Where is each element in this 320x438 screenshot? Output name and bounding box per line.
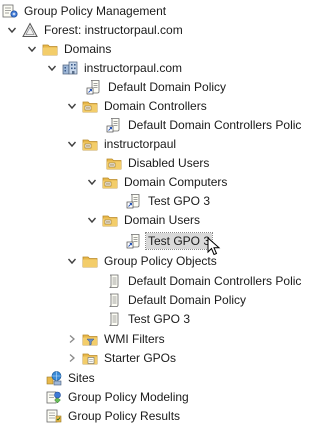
tree-item-label: Test GPO 3	[144, 231, 214, 250]
chevron-right-icon[interactable]	[66, 348, 78, 367]
tree-item-label: Test GPO 3	[128, 311, 191, 326]
chevron-down-icon[interactable]	[66, 96, 78, 115]
domain-building-icon	[62, 60, 78, 76]
gpo-link-shortcut-icon	[126, 193, 142, 209]
chevron-down-icon[interactable]	[86, 210, 98, 229]
tree-item-group-policy-objects[interactable]: Group Policy Objects	[66, 251, 219, 270]
chevron-down-icon[interactable]	[66, 251, 78, 270]
tree-item-label: Default Domain Controllers Polic	[128, 117, 302, 132]
tree-item-label: Starter GPOs	[104, 350, 177, 365]
tree-item-label: instructorpaul	[104, 136, 177, 151]
tree-item-test-gpo-link-computers[interactable]: Test GPO 3	[126, 191, 212, 210]
tree-item-default-dc-policy-link[interactable]: Default Domain Controllers Polic	[106, 115, 303, 134]
tree-item-domains[interactable]: Domains	[26, 39, 113, 58]
gpm-console-tree: Group Policy Management Forest: instruct…	[0, 0, 317, 438]
tree-item-default-domain-policy-link[interactable]: Default Domain Policy	[86, 77, 228, 96]
gpo-link-shortcut-icon	[86, 79, 102, 95]
ou-folder-icon	[82, 98, 98, 114]
tree-item-domain-instructorpaul-com[interactable]: instructorpaul.com	[46, 58, 184, 77]
tree-item-label: Domain Computers	[124, 174, 228, 189]
tree-item-disabled-users[interactable]: Disabled Users	[106, 153, 211, 172]
ou-folder-icon	[106, 155, 122, 171]
tree-item-label: Domain Users	[124, 212, 201, 227]
folder-icon	[82, 253, 98, 269]
gpo-scroll-icon	[106, 273, 122, 289]
chevron-down-icon[interactable]	[46, 58, 58, 77]
tree-item-label: Group Policy Modeling	[68, 389, 189, 404]
tree-item-forest[interactable]: Forest: instructorpaul.com	[6, 20, 185, 39]
tree-item-domain-users[interactable]: Domain Users	[86, 210, 202, 229]
tree-item-group-policy-modeling[interactable]: Group Policy Modeling	[46, 387, 191, 406]
chevron-down-icon[interactable]	[6, 20, 18, 39]
tree-item-gpo-default-domain-policy[interactable]: Default Domain Policy	[106, 290, 248, 309]
tree-item-domain-computers[interactable]: Domain Computers	[86, 172, 229, 191]
chevron-right-icon[interactable]	[66, 329, 78, 348]
tree-item-ou-instructorpaul[interactable]: instructorpaul	[66, 134, 178, 153]
chevron-down-icon[interactable]	[66, 134, 78, 153]
tree-item-wmi-filters[interactable]: WMI Filters	[66, 329, 167, 348]
ou-folder-icon	[102, 212, 118, 228]
tree-item-label: Domains	[64, 41, 112, 56]
ou-folder-icon	[102, 174, 118, 190]
tree-item-gpo-default-dc-policy[interactable]: Default Domain Controllers Polic	[106, 271, 303, 290]
folder-icon	[42, 41, 58, 57]
modeling-icon	[46, 389, 62, 405]
gpm-console-icon	[2, 3, 18, 19]
gpo-link-shortcut-icon	[106, 117, 122, 133]
tree-item-group-policy-results[interactable]: Group Policy Results	[46, 406, 182, 425]
wmi-filter-folder-icon	[82, 331, 98, 347]
chevron-down-icon[interactable]	[26, 39, 38, 58]
tree-item-test-gpo-link-users[interactable]: Test GPO 3	[126, 231, 214, 250]
chevron-down-icon[interactable]	[86, 172, 98, 191]
tree-item-gpo-test[interactable]: Test GPO 3	[106, 309, 192, 328]
gpo-scroll-icon	[106, 292, 122, 308]
tree-item-label: instructorpaul.com	[84, 60, 183, 75]
tree-item-label: Sites	[68, 370, 95, 385]
tree-item-label: Default Domain Controllers Polic	[128, 273, 302, 288]
gpo-scroll-icon	[106, 311, 122, 327]
tree-item-label: Group Policy Objects	[104, 253, 217, 268]
tree-item-starter-gpos[interactable]: Starter GPOs	[66, 348, 178, 367]
tree-item-label: Domain Controllers	[104, 98, 207, 113]
tree-item-label: Group Policy Results	[68, 408, 181, 423]
sites-icon	[46, 370, 62, 386]
tree-item-label: WMI Filters	[104, 331, 165, 346]
tree-item-label: Default Domain Policy	[128, 292, 247, 307]
results-icon	[46, 408, 62, 424]
tree-item-domain-controllers[interactable]: Domain Controllers	[66, 96, 209, 115]
tree-item-label: Test GPO 3	[148, 193, 211, 208]
starter-gpo-folder-icon	[82, 350, 98, 366]
tree-item-group-policy-management[interactable]: Group Policy Management	[2, 1, 168, 20]
gpo-link-shortcut-icon	[126, 233, 142, 249]
forest-triangle-icon	[22, 22, 38, 38]
tree-item-label: Disabled Users	[128, 155, 210, 170]
tree-item-label: Forest: instructorpaul.com	[44, 22, 183, 37]
ou-folder-icon	[82, 136, 98, 152]
tree-item-label: Default Domain Policy	[108, 79, 227, 94]
tree-item-sites[interactable]: Sites	[46, 368, 97, 387]
tree-item-label: Group Policy Management	[24, 3, 167, 18]
